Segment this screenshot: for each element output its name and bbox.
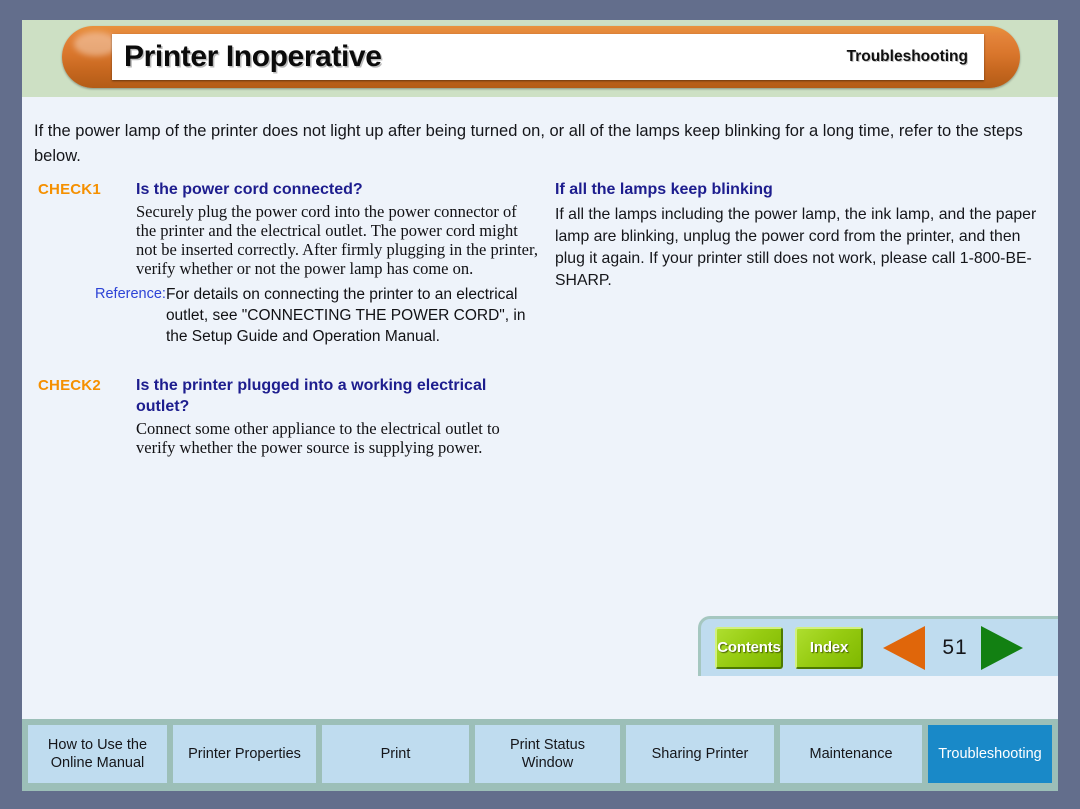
header-pill: Printer Inoperative Troubleshooting [62, 26, 1020, 88]
header-section-label: Troubleshooting [846, 48, 968, 65]
tab-sharing-printer[interactable]: Sharing Printer [626, 725, 774, 783]
right-triangle-arrow-icon[interactable] [981, 625, 1023, 670]
right-column: If all the lamps keep blinking If all th… [555, 179, 1045, 292]
tab-print-status-window[interactable]: Print Status Window [475, 725, 620, 783]
intro-paragraph: If the power lamp of the printer does no… [34, 122, 1023, 165]
reference-text: For details on connecting the printer to… [165, 286, 526, 345]
index-button[interactable]: Index [795, 626, 863, 669]
page-number: 51 [942, 635, 968, 659]
contents-button[interactable]: Contents [715, 626, 783, 669]
tab-troubleshooting[interactable]: Troubleshooting [928, 725, 1052, 783]
check-2-heading: CHECK2 Is the printer plugged into a wor… [38, 375, 538, 417]
bottom-tab-bar: How to Use the Online Manual Printer Pro… [22, 719, 1058, 791]
tab-how-to-use-the-online-manual[interactable]: How to Use the Online Manual [28, 725, 167, 783]
check-2-question: Is the printer plugged into a working el… [136, 377, 487, 415]
check-1-question: Is the power cord connected? [136, 181, 363, 198]
tab-label-line1: Print Status [510, 737, 585, 753]
tab-label: Troubleshooting [938, 746, 1042, 762]
index-button-label: Index [809, 639, 849, 656]
page-title: Printer Inoperative [124, 40, 382, 73]
tab-label: Printer Properties [188, 746, 301, 762]
tab-label: Maintenance [809, 746, 893, 762]
tab-printer-properties[interactable]: Printer Properties [173, 725, 316, 783]
tab-maintenance[interactable]: Maintenance [780, 725, 922, 783]
right-column-heading: If all the lamps keep blinking [555, 181, 773, 198]
tab-label-line2: Window [521, 755, 574, 771]
tab-print[interactable]: Print [322, 725, 469, 783]
tab-label-line1: How to Use the [47, 737, 148, 753]
left-triangle-arrow-icon[interactable] [883, 625, 925, 670]
right-column-body: If all the lamps including the power lam… [555, 206, 1037, 289]
left-column: CHECK1 Is the power cord connected? Secu… [38, 179, 538, 461]
column-spacer [38, 351, 538, 375]
check-1-reference: Reference: For details on connecting the… [95, 284, 538, 347]
navigation-panel: Contents Index 51 [698, 616, 1058, 676]
check-block-1: CHECK1 Is the power cord connected? Secu… [38, 179, 538, 347]
check-block-2: CHECK2 Is the printer plugged into a wor… [38, 375, 538, 457]
reference-label: Reference: [95, 286, 166, 302]
check-1-heading: CHECK1 Is the power cord connected? [38, 179, 538, 200]
contents-button-label: Contents [717, 639, 781, 656]
tab-label: Sharing Printer [651, 746, 749, 762]
page-header-band: Printer Inoperative Troubleshooting [22, 20, 1058, 97]
check-1-label: CHECK1 [38, 181, 101, 198]
check-1-body: Securely plug the power cord into the po… [136, 202, 538, 278]
check-2-label: CHECK2 [38, 377, 101, 394]
check-2-body: Connect some other appliance to the elec… [136, 419, 500, 457]
header-inner-panel: Printer Inoperative Troubleshooting [112, 34, 984, 80]
tab-label-line2: Online Manual [50, 755, 145, 771]
manual-page: Printer Inoperative Troubleshooting If t… [22, 20, 1058, 791]
tab-label: Print [380, 746, 411, 762]
